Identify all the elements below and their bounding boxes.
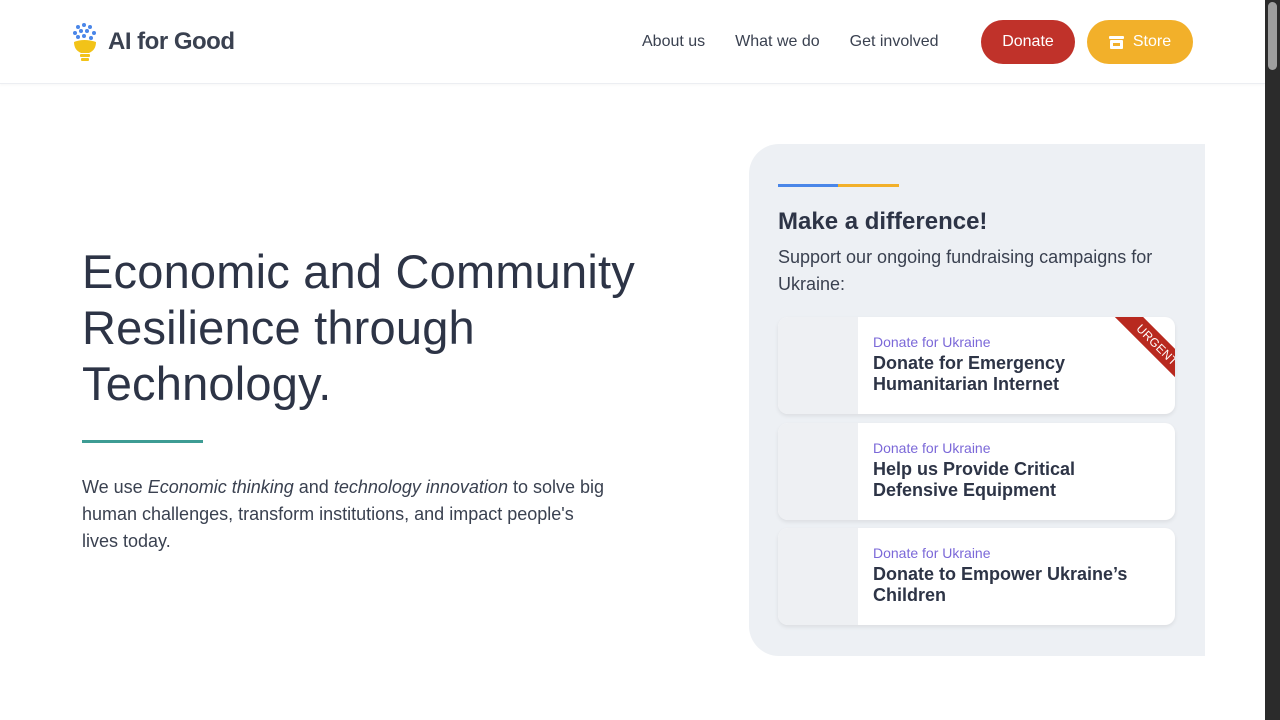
nav-about-us[interactable]: About us xyxy=(642,33,705,51)
hero-text-part: and xyxy=(293,477,334,497)
panel-title: Make a difference! xyxy=(778,208,988,235)
panel-accent-blue xyxy=(778,184,838,187)
panel-accent-bar xyxy=(778,184,899,187)
donate-button-label: Donate xyxy=(1002,33,1054,50)
hero-description: We use Economic thinking and technology … xyxy=(82,474,612,555)
campaign-category: Donate for Ukraine xyxy=(873,545,991,561)
campaign-thumbnail xyxy=(778,317,858,414)
hero-text-emphasis-economic: Economic thinking xyxy=(147,477,294,497)
hero-text-emphasis-technology: technology innovation xyxy=(333,477,508,497)
campaign-title: Donate to Empower Ukraine’s Children xyxy=(873,564,1128,605)
main-nav: About us What we do Get involved xyxy=(642,20,939,64)
campaign-card-ukraine-children[interactable]: Donate for Ukraine Donate to Empower Ukr… xyxy=(778,528,1175,625)
fundraising-panel: Make a difference! Support our ongoing f… xyxy=(749,144,1205,656)
hero-text-part: We use xyxy=(82,477,148,497)
store-button[interactable]: Store xyxy=(1087,20,1193,64)
campaign-title: Help us Provide Critical Defensive Equip… xyxy=(873,459,1076,500)
donate-button[interactable]: Donate xyxy=(981,20,1075,64)
store-icon xyxy=(1108,35,1124,49)
panel-accent-yellow xyxy=(838,184,899,187)
store-button-label: Store xyxy=(1132,33,1172,50)
panel-subtitle: Support our ongoing fundraising campaign… xyxy=(778,247,1153,294)
campaign-category: Donate for Ukraine xyxy=(873,440,991,456)
hero-divider xyxy=(82,440,203,443)
logo[interactable]: AI for Good xyxy=(70,22,235,62)
urgent-ribbon: URGENT xyxy=(1103,317,1175,389)
nav-get-involved[interactable]: Get involved xyxy=(850,33,939,51)
campaign-card-defensive-equipment[interactable]: Donate for Ukraine Help us Provide Criti… xyxy=(778,423,1175,520)
campaign-category: Donate for Ukraine xyxy=(873,334,991,350)
campaign-card-emergency-internet[interactable]: Donate for Ukraine Donate for Emergency … xyxy=(778,317,1175,414)
page-scrollbar[interactable] xyxy=(1265,0,1280,720)
logo-text: AI for Good xyxy=(108,28,235,55)
campaign-thumbnail xyxy=(778,528,858,625)
nav-what-we-do[interactable]: What we do xyxy=(735,33,819,51)
hero-title: Economic and Community Resilience throug… xyxy=(82,245,635,410)
scrollbar-thumb[interactable] xyxy=(1268,2,1277,70)
lightbulb-logo-icon xyxy=(70,22,100,62)
site-header: AI for Good About us What we do Get invo… xyxy=(0,0,1265,84)
urgent-ribbon-label: URGENT xyxy=(1114,317,1175,388)
campaign-thumbnail xyxy=(778,423,858,520)
